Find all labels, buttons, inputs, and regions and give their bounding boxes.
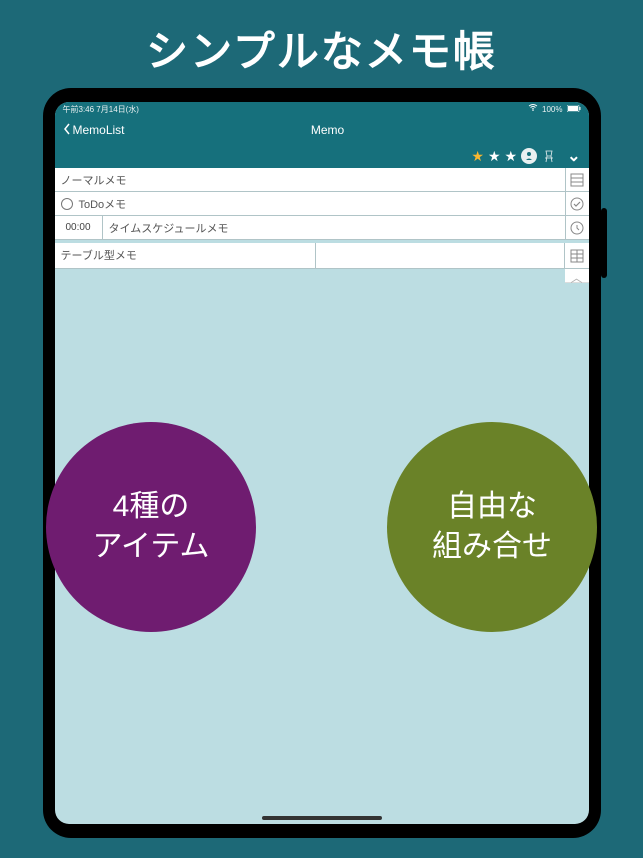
chevron-up-icon[interactable]: ︿: [565, 269, 589, 283]
bubble-right-line1: 自由な: [447, 490, 537, 523]
toolbar: ★ ★ ★ ⌄: [55, 144, 589, 168]
memo-row-table[interactable]: テーブル型メモ: [55, 243, 589, 269]
status-bar: 午前3:46 7月14日(水) 100%: [55, 102, 589, 116]
memo-text: ノーマルメモ: [61, 172, 127, 188]
table-cell-left[interactable]: テーブル型メモ: [55, 243, 316, 268]
lines-icon[interactable]: [565, 168, 589, 192]
wifi-icon: [528, 104, 538, 114]
star-icon[interactable]: ★: [505, 148, 518, 165]
grid-icon[interactable]: [570, 249, 584, 263]
memo-text: タイムスケジュールメモ: [109, 220, 229, 236]
status-time-date: 午前3:46 7月14日(水): [63, 104, 139, 115]
chevron-left-icon: [63, 123, 71, 138]
home-indicator[interactable]: [262, 816, 382, 820]
star-icon-filled[interactable]: ★: [471, 148, 484, 165]
promo-title: シンプルなメモ帳: [0, 0, 643, 79]
battery-percent: 100%: [542, 105, 562, 114]
memo-text: ToDoメモ: [79, 196, 127, 212]
table-cell-right[interactable]: [316, 243, 565, 268]
memo-row-time[interactable]: 00:00 タイムスケジュールメモ: [55, 216, 589, 240]
chevron-down-icon[interactable]: ⌄: [567, 146, 580, 166]
todo-circle-icon[interactable]: [61, 198, 73, 210]
bubble-left: 4種の アイテム: [46, 422, 256, 632]
bubble-right-line2: 組み合せ: [432, 530, 552, 563]
check-circle-icon[interactable]: [565, 192, 589, 216]
memo-row-todo[interactable]: ToDoメモ: [55, 192, 589, 216]
bubble-left-line1: 4種の: [113, 490, 190, 523]
nav-title: Memo: [75, 123, 581, 137]
star-icon[interactable]: ★: [488, 148, 501, 165]
bubble-right: 自由な 組み合せ: [387, 422, 597, 632]
battery-icon: [567, 105, 581, 114]
time-value[interactable]: 00:00: [55, 216, 103, 239]
memo-row-normal[interactable]: ノーマルメモ: [55, 168, 589, 192]
clock-icon[interactable]: [565, 216, 589, 240]
memo-list: ノーマルメモ ToDoメモ 00:00: [55, 168, 589, 283]
bubble-left-line2: アイテム: [93, 530, 210, 563]
chair-icon[interactable]: [541, 148, 557, 164]
nav-bar: MemoList Memo: [55, 116, 589, 144]
person-icon[interactable]: [521, 148, 537, 164]
